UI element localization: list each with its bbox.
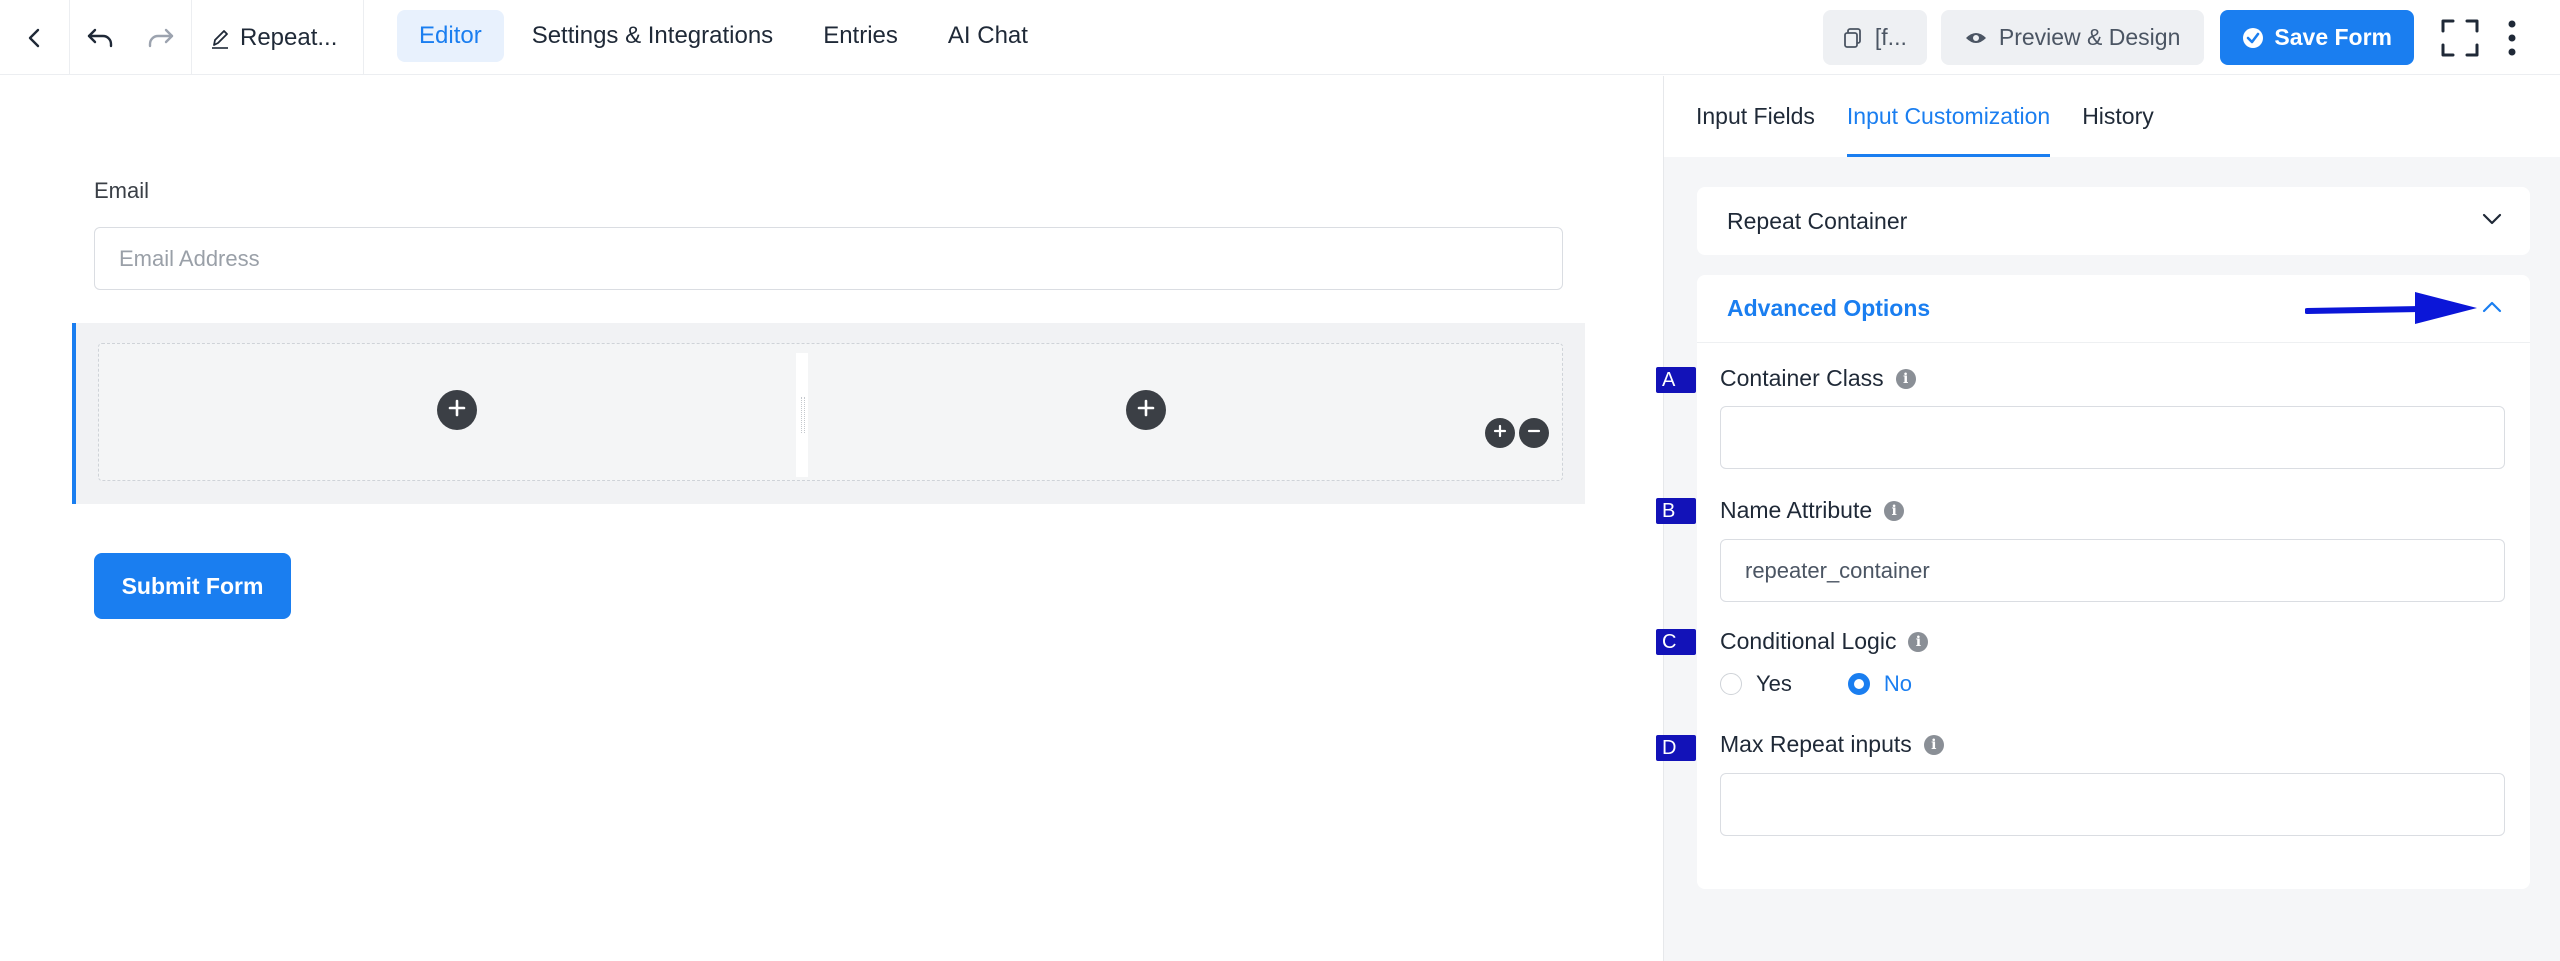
radio-no[interactable]: No bbox=[1847, 671, 1913, 697]
radio-yes-label: Yes bbox=[1756, 671, 1792, 696]
eye-icon bbox=[1965, 30, 1987, 46]
advanced-options-title: Advanced Options bbox=[1727, 295, 1931, 321]
repeat-container-panel[interactable]: Repeat Container bbox=[1697, 187, 2530, 255]
nav-settings-integrations[interactable]: Settings & Integrations bbox=[510, 10, 795, 62]
plus-icon bbox=[1136, 398, 1156, 423]
max-repeat-label-text: Max Repeat inputs bbox=[1720, 731, 1912, 757]
main-nav: Editor Settings & Integrations Entries A… bbox=[397, 10, 1050, 62]
remove-column-button[interactable] bbox=[1519, 418, 1549, 448]
form-canvas: Email Email Address Submit Form bbox=[0, 76, 1663, 961]
marker-a: A bbox=[1656, 367, 1696, 393]
redo-button[interactable] bbox=[130, 0, 192, 75]
info-icon[interactable]: i bbox=[1895, 368, 1916, 389]
form-title-text: Repeat... bbox=[240, 23, 338, 51]
radio-no-label: No bbox=[1883, 671, 1913, 696]
info-icon[interactable]: i bbox=[1923, 734, 1944, 755]
radio-circle-selected bbox=[1847, 673, 1870, 695]
copy-icon bbox=[1843, 27, 1863, 49]
undo-icon bbox=[85, 26, 115, 50]
nav-ai-chat[interactable]: AI Chat bbox=[926, 10, 1050, 62]
name-attribute-input[interactable]: repeater_container bbox=[1720, 539, 2505, 602]
marker-b: B bbox=[1656, 498, 1696, 524]
form-title[interactable]: Repeat... bbox=[192, 0, 364, 75]
minus-icon bbox=[1526, 423, 1542, 444]
radio-circle bbox=[1720, 673, 1742, 695]
tab-history[interactable]: History bbox=[2066, 76, 2170, 157]
save-form-label: Save Form bbox=[2274, 24, 2392, 50]
info-icon[interactable]: i bbox=[1908, 631, 1929, 652]
add-field-button-col2[interactable] bbox=[1126, 390, 1166, 430]
container-class-label-text: Container Class bbox=[1720, 365, 1884, 391]
marker-c: C bbox=[1656, 629, 1696, 655]
back-button[interactable] bbox=[0, 0, 70, 75]
pencil-icon bbox=[210, 27, 230, 49]
conditional-logic-label-text: Conditional Logic bbox=[1720, 628, 1897, 654]
tab-input-fields[interactable]: Input Fields bbox=[1680, 76, 1831, 157]
nav-entries[interactable]: Entries bbox=[801, 10, 920, 62]
chevron-up-icon bbox=[2482, 300, 2502, 318]
name-attribute-label: Name Attribute i bbox=[1720, 497, 1905, 524]
sidebar-tabs: Input Fields Input Customization History bbox=[1664, 76, 2560, 157]
max-repeat-label: Max Repeat inputs i bbox=[1720, 731, 1944, 758]
repeat-container-panel-title: Repeat Container bbox=[1727, 207, 1908, 234]
chevron-left-icon bbox=[25, 26, 45, 50]
shortcode-button[interactable]: [f... bbox=[1822, 10, 1927, 65]
add-field-button-col1[interactable] bbox=[437, 390, 477, 430]
more-vertical-icon bbox=[2508, 20, 2516, 56]
redo-icon bbox=[146, 26, 176, 50]
shortcode-text: [f... bbox=[1874, 24, 1907, 50]
save-form-button[interactable]: Save Form bbox=[2220, 10, 2414, 65]
email-label: Email bbox=[94, 178, 150, 203]
chevron-down-icon bbox=[2482, 212, 2502, 230]
email-input[interactable]: Email Address bbox=[94, 227, 1563, 290]
undo-button[interactable] bbox=[70, 0, 130, 75]
name-attribute-label-text: Name Attribute bbox=[1720, 497, 1873, 523]
conditional-logic-label: Conditional Logic i bbox=[1720, 628, 1929, 655]
top-bar: Repeat... Editor Settings & Integrations… bbox=[0, 0, 2560, 75]
fullscreen-button[interactable] bbox=[2440, 18, 2480, 58]
container-class-input[interactable] bbox=[1720, 406, 2505, 469]
plus-icon bbox=[1492, 423, 1508, 444]
repeat-container-columns bbox=[98, 343, 1563, 481]
annotation-arrow-shape bbox=[2304, 284, 2485, 339]
submit-form-button[interactable]: Submit Form bbox=[94, 553, 291, 619]
nav-editor[interactable]: Editor bbox=[397, 10, 504, 62]
conditional-logic-radios: Yes No bbox=[1720, 671, 1912, 697]
annotation-arrow bbox=[1967, 284, 2147, 339]
fullscreen-icon bbox=[2441, 19, 2479, 57]
preview-design-button[interactable]: Preview & Design bbox=[1940, 10, 2205, 65]
max-repeat-input[interactable] bbox=[1720, 773, 2505, 836]
column-resize-handle[interactable] bbox=[796, 353, 808, 477]
topbar-actions: [f... Preview & Design Save Form bbox=[1822, 10, 2560, 65]
container-class-label: Container Class i bbox=[1720, 365, 1916, 392]
check-circle-icon bbox=[2242, 27, 2264, 49]
add-column-button[interactable] bbox=[1485, 418, 1515, 448]
tab-input-customization[interactable]: Input Customization bbox=[1831, 76, 2066, 157]
info-icon[interactable]: i bbox=[1884, 500, 1905, 521]
radio-yes[interactable]: Yes bbox=[1720, 671, 1792, 697]
plus-icon bbox=[447, 398, 467, 423]
more-options-button[interactable] bbox=[2502, 18, 2522, 58]
repeat-container-block[interactable] bbox=[72, 323, 1585, 504]
marker-d: D bbox=[1656, 735, 1696, 761]
preview-design-label: Preview & Design bbox=[1998, 24, 2181, 50]
